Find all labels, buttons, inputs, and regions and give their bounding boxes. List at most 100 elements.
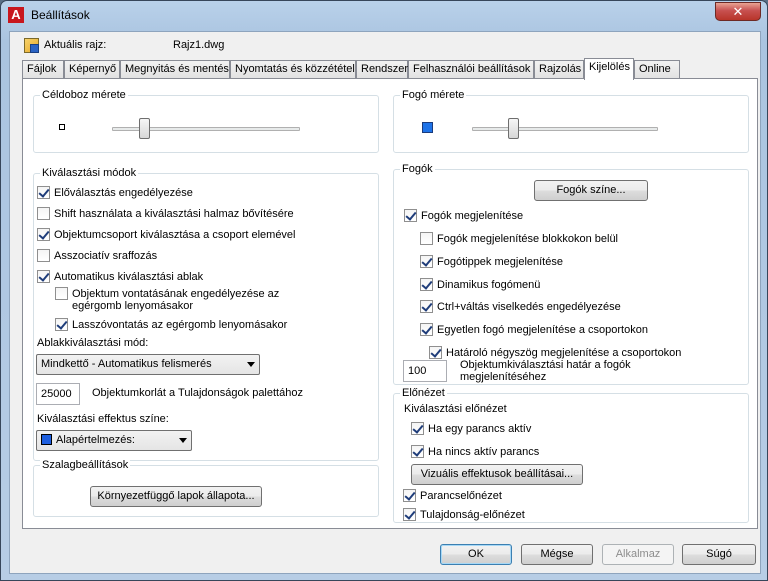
grips-group: Fogók Fogók színe... Fogók megjelenítése… bbox=[393, 162, 749, 385]
checkbox-label: Fogók megjelenítése bbox=[421, 210, 524, 222]
checkbox[interactable] bbox=[420, 254, 433, 268]
preview-no-command-checkbox[interactable]: Ha nincs aktív parancs bbox=[411, 444, 540, 461]
checkbox[interactable] bbox=[420, 231, 433, 245]
tab-system[interactable]: Rendszer bbox=[356, 60, 408, 79]
checkbox-label: Fogók megjelenítése blokkokon belül bbox=[437, 233, 619, 245]
checkbox[interactable] bbox=[411, 421, 424, 435]
checkbox-label: Lasszóvontatás az egérgomb lenyomásakor bbox=[72, 319, 288, 331]
show-grips-checkbox[interactable]: Fogók megjelenítése bbox=[404, 208, 524, 225]
dialog-client: Aktuális rajz: Rajz1.dwg Fájlok Képernyő… bbox=[9, 31, 761, 574]
effect-color-dropdown[interactable]: Alapértelmezés: bbox=[36, 430, 192, 451]
dropdown-value: Alapértelmezés: bbox=[56, 434, 135, 446]
shift-add-checkbox[interactable]: Shift használata a kiválasztási halmaz b… bbox=[37, 206, 294, 223]
checkbox-label: Asszociatív sraffozás bbox=[54, 250, 158, 262]
help-button[interactable]: Súgó bbox=[682, 544, 756, 565]
visual-effects-settings-button[interactable]: Vizuális effektusok beállításai... bbox=[411, 464, 583, 485]
checkbox-label: Egyetlen fogó megjelenítése a csoportoko… bbox=[437, 324, 648, 336]
contextual-tab-states-button[interactable]: Környezetfüggő lapok állapota... bbox=[90, 486, 262, 507]
checkbox[interactable] bbox=[37, 248, 50, 262]
drawing-file-icon bbox=[24, 38, 39, 53]
checkbox[interactable] bbox=[420, 322, 433, 336]
checkbox-label: Előválasztás engedélyezése bbox=[54, 187, 193, 199]
color-swatch-icon bbox=[41, 433, 52, 445]
dynamic-grip-menu-checkbox[interactable]: Dinamikus fogómenü bbox=[420, 277, 541, 294]
preview-title: Előnézet bbox=[400, 386, 447, 400]
window-mode-label: Ablakkiválasztási mód: bbox=[37, 337, 149, 349]
allow-press-drag-checkbox[interactable]: Objektum vontatásának engedélyezése az e… bbox=[55, 286, 279, 317]
object-grouping-checkbox[interactable]: Objektumcsoport kiválasztása a csoport e… bbox=[37, 227, 296, 244]
checkbox[interactable] bbox=[55, 286, 68, 300]
checkbox[interactable] bbox=[37, 227, 50, 241]
checkbox[interactable] bbox=[404, 208, 417, 222]
checkbox[interactable] bbox=[429, 345, 442, 359]
checkbox[interactable] bbox=[403, 507, 416, 521]
checkbox-label: Dinamikus fogómenü bbox=[437, 279, 541, 291]
grip-colors-button[interactable]: Fogók színe... bbox=[534, 180, 648, 201]
property-preview-checkbox[interactable]: Tulajdonság-előnézet bbox=[403, 507, 525, 524]
tab-open-save[interactable]: Megnyitás és mentés bbox=[120, 60, 230, 79]
checkbox-label: Ctrl+váltás viselkedés engedélyezése bbox=[437, 301, 621, 313]
selection-modes-group: Kiválasztási módok Előválasztás engedély… bbox=[33, 166, 379, 461]
close-icon: ✕ bbox=[732, 4, 744, 19]
grip-size-group: Fogó mérete bbox=[393, 88, 749, 153]
selection-preview-subtitle: Kiválasztási előnézet bbox=[404, 403, 507, 415]
checkbox-label-line2: egérgomb lenyomásakor bbox=[72, 300, 194, 312]
tab-plot-publish[interactable]: Nyomtatás és közzététel bbox=[230, 60, 356, 79]
tab-display[interactable]: Képernyő bbox=[64, 60, 120, 79]
close-button[interactable]: ✕ bbox=[715, 2, 761, 21]
implied-windowing-checkbox[interactable]: Automatikus kiválasztási ablak bbox=[37, 269, 204, 286]
checkbox[interactable] bbox=[37, 269, 50, 283]
grip-slider-track[interactable] bbox=[472, 127, 658, 131]
checkbox-label: Automatikus kiválasztási ablak bbox=[54, 271, 204, 283]
chevron-down-icon bbox=[247, 362, 255, 367]
checkbox-label: Ha egy parancs aktív bbox=[428, 423, 532, 435]
tab-files[interactable]: Fájlok bbox=[22, 60, 64, 79]
noun-verb-selection-checkbox[interactable]: Előválasztás engedélyezése bbox=[37, 185, 193, 202]
window-mode-dropdown[interactable]: Mindkettő - Automatikus felismerés bbox=[36, 354, 260, 375]
grip-preview-icon bbox=[422, 122, 433, 133]
associative-hatch-checkbox[interactable]: Asszociatív sraffozás bbox=[37, 248, 158, 265]
tab-selection[interactable]: Kijelölés bbox=[584, 58, 634, 80]
title-bar[interactable]: A Beállítások ✕ bbox=[1, 1, 767, 31]
cancel-button[interactable]: Mégse bbox=[521, 544, 593, 565]
apply-button[interactable]: Alkalmaz bbox=[602, 544, 674, 565]
pickbox-size-title: Céldoboz mérete bbox=[40, 88, 128, 102]
grip-object-limit-input[interactable]: 100 bbox=[403, 360, 447, 382]
checkbox-label: Shift használata a kiválasztási halmaz b… bbox=[54, 208, 294, 220]
object-limit-label: Objektumkorlát a Tulajdonságok palettáho… bbox=[92, 387, 303, 399]
object-limit-input[interactable]: 25000 bbox=[36, 383, 80, 405]
checkbox-label: Ha nincs aktív parancs bbox=[428, 446, 540, 458]
checkbox[interactable] bbox=[420, 299, 433, 313]
checkbox[interactable] bbox=[37, 206, 50, 220]
checkbox[interactable] bbox=[55, 317, 68, 331]
selection-tab-page: Céldoboz mérete Fogó mérete Kiválasztási… bbox=[22, 78, 758, 529]
grips-title: Fogók bbox=[400, 162, 435, 176]
grip-tips-checkbox[interactable]: Fogótippek megjelenítése bbox=[420, 254, 563, 271]
preview-group: Előnézet Kiválasztási előnézet Ha egy pa… bbox=[393, 386, 749, 524]
settings-dialog: A Beállítások ✕ Aktuális rajz: Rajz1.dwg… bbox=[0, 0, 768, 581]
checkbox[interactable] bbox=[420, 277, 433, 291]
pickbox-slider-thumb[interactable] bbox=[139, 118, 150, 139]
checkbox[interactable] bbox=[411, 444, 424, 458]
tab-online[interactable]: Online bbox=[634, 60, 680, 79]
autocad-app-icon: A bbox=[8, 7, 24, 23]
grips-in-blocks-checkbox[interactable]: Fogók megjelenítése blokkokon belül bbox=[420, 231, 619, 248]
pickbox-preview-icon bbox=[59, 124, 65, 130]
chevron-down-icon bbox=[179, 438, 187, 443]
checkbox[interactable] bbox=[37, 185, 50, 199]
grip-slider-thumb[interactable] bbox=[508, 118, 519, 139]
grip-object-limit-label-line1: Objektumkiválasztási határ a fogók bbox=[460, 359, 631, 371]
checkbox-label: Határoló négyszög megjelenítése a csopor… bbox=[446, 347, 682, 359]
dropdown-value: Mindkettő - Automatikus felismerés bbox=[41, 358, 212, 370]
preview-command-active-checkbox[interactable]: Ha egy parancs aktív bbox=[411, 421, 532, 438]
ctrl-cycling-checkbox[interactable]: Ctrl+váltás viselkedés engedélyezése bbox=[420, 299, 621, 316]
checkbox[interactable] bbox=[403, 488, 416, 502]
ok-button[interactable]: OK bbox=[440, 544, 512, 565]
lasso-checkbox[interactable]: Lasszóvontatás az egérgomb lenyomásakor bbox=[55, 317, 288, 334]
grip-size-title: Fogó mérete bbox=[400, 88, 467, 102]
single-grip-groups-checkbox[interactable]: Egyetlen fogó megjelenítése a csoportoko… bbox=[420, 322, 648, 339]
tab-user-preferences[interactable]: Felhasználói beállítások bbox=[408, 60, 534, 79]
tab-drafting[interactable]: Rajzolás bbox=[534, 60, 584, 79]
pickbox-size-group: Céldoboz mérete bbox=[33, 88, 379, 153]
command-preview-checkbox[interactable]: Parancselőnézet bbox=[403, 488, 502, 505]
